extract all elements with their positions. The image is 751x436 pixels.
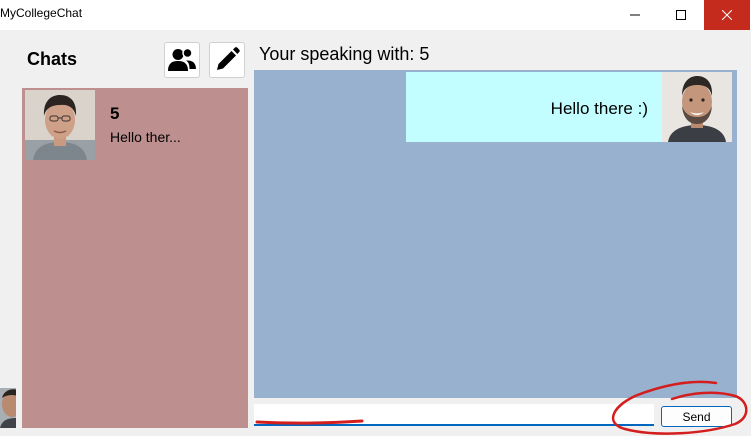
message-area[interactable]: Hello there :) [254, 70, 737, 398]
compose-button[interactable] [209, 42, 245, 78]
chats-heading: Chats [27, 49, 78, 69]
send-button[interactable]: Send [661, 406, 732, 427]
close-icon [722, 10, 732, 20]
close-button[interactable] [704, 0, 750, 30]
conversation-header: Your speaking with: 5 [259, 44, 430, 64]
message-bubble: Hello there :) [406, 72, 662, 142]
avatar [25, 90, 95, 160]
chat-contact-name: 5 [110, 104, 120, 123]
contacts-button[interactable] [164, 42, 200, 78]
window-title: MyCollegeChat [0, 6, 83, 20]
avatar [0, 388, 16, 428]
chat-last-message: Hello ther... [110, 129, 181, 145]
title-bar: MyCollegeChat [0, 0, 751, 30]
maximize-icon [676, 10, 686, 20]
message-text: Hello there :) [550, 99, 648, 118]
avatar [662, 72, 732, 142]
maximize-button[interactable] [658, 0, 704, 30]
minimize-icon [630, 14, 640, 16]
minimize-button[interactable] [612, 0, 658, 30]
pencil-icon [217, 47, 240, 70]
contacts-icon [168, 47, 196, 71]
chat-list-item[interactable]: 5 Hello ther... [22, 88, 248, 164]
message-input[interactable] [254, 404, 654, 426]
chat-list: 5 Hello ther... [22, 88, 248, 428]
